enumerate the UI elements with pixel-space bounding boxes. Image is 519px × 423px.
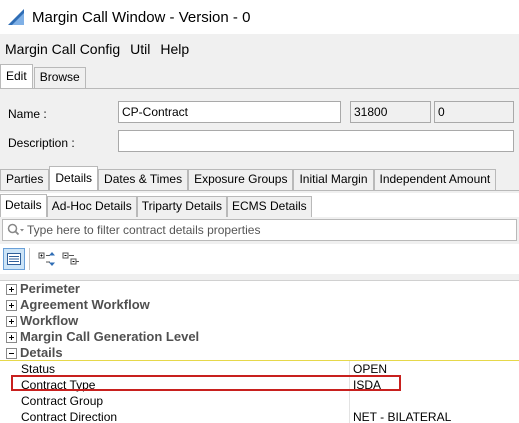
subtab-ecms-details[interactable]: ECMS Details — [226, 196, 312, 217]
contract-details-property-tree: Perimeter Agreement Workflow Workflow Ma… — [0, 280, 519, 423]
expand-all-icon[interactable] — [36, 248, 58, 270]
tab-exposure-groups[interactable]: Exposure Groups — [188, 169, 294, 190]
window-title: Margin Call Window - Version - 0 — [32, 8, 251, 26]
property-toolbar — [0, 244, 519, 274]
tab-dates-times[interactable]: Dates & Times — [98, 169, 189, 190]
group-details[interactable]: Details — [0, 345, 519, 361]
property-name: Contract Group — [21, 394, 104, 408]
subtab-triparty-details[interactable]: Triparty Details — [136, 196, 227, 217]
filter-placeholder: Type here to filter contract details pro… — [27, 223, 261, 237]
property-row-contract-direction[interactable]: Contract Direction NET - BILATERAL — [0, 409, 519, 423]
group-margin-call-generation-level[interactable]: Margin Call Generation Level — [0, 329, 519, 345]
group-workflow[interactable]: Workflow — [0, 313, 519, 329]
expand-plus-icon[interactable] — [6, 300, 17, 311]
expand-plus-icon[interactable] — [6, 284, 17, 295]
search-icon[interactable] — [5, 221, 27, 239]
tab-edit[interactable]: Edit — [0, 64, 33, 88]
menu-util[interactable]: Util — [125, 37, 155, 61]
group-agreement-workflow[interactable]: Agreement Workflow — [0, 297, 519, 313]
tab-details[interactable]: Details — [49, 166, 99, 190]
filter-input[interactable]: Type here to filter contract details pro… — [2, 219, 517, 241]
group-label: Details — [20, 345, 63, 360]
subtab-ad-hoc-details[interactable]: Ad-Hoc Details — [46, 196, 137, 217]
subtab-details[interactable]: Details — [0, 194, 47, 217]
column-divider — [349, 409, 350, 423]
group-label: Workflow — [20, 313, 79, 328]
app-logo-icon — [8, 9, 24, 25]
categorized-view-icon[interactable] — [3, 248, 25, 270]
description-field[interactable] — [118, 130, 514, 152]
property-name: Contract Direction — [21, 410, 118, 423]
expand-plus-icon[interactable] — [6, 316, 17, 327]
version-field: 0 — [434, 101, 514, 123]
collapse-minus-icon[interactable] — [6, 348, 17, 359]
name-label: Name : — [8, 107, 47, 121]
collapse-all-icon[interactable] — [60, 248, 82, 270]
contract-header-form: Name : CP-Contract 31800 0 Description : — [0, 88, 519, 164]
tab-initial-margin[interactable]: Initial Margin — [293, 169, 374, 190]
tab-browse[interactable]: Browse — [33, 67, 86, 88]
mode-tabs: Edit Browse — [0, 64, 87, 88]
description-label: Description : — [8, 136, 75, 150]
title-bar: Margin Call Window - Version - 0 — [0, 0, 519, 34]
column-divider — [349, 393, 350, 409]
tab-parties[interactable]: Parties — [0, 169, 50, 190]
menu-help[interactable]: Help — [155, 37, 194, 61]
group-label: Agreement Workflow — [20, 297, 150, 312]
tab-independent-amount[interactable]: Independent Amount — [373, 169, 497, 190]
contract-type-highlight-box — [11, 375, 401, 391]
detail-sub-tabs: Details Ad-Hoc Details Triparty Details … — [0, 193, 519, 217]
main-tabs: Parties Details Dates & Times Exposure G… — [0, 166, 519, 191]
toolbar-separator — [29, 248, 30, 270]
group-label: Perimeter — [20, 281, 80, 296]
menu-bar: Margin Call Config Util Help — [0, 36, 519, 62]
expand-plus-icon[interactable] — [6, 332, 17, 343]
property-value[interactable]: NET - BILATERAL — [353, 409, 451, 423]
contract-id-field: 31800 — [350, 101, 431, 123]
property-row-contract-group[interactable]: Contract Group — [0, 393, 519, 409]
menu-margin-call-config[interactable]: Margin Call Config — [0, 37, 125, 61]
group-perimeter[interactable]: Perimeter — [0, 281, 519, 297]
name-field[interactable]: CP-Contract — [118, 101, 341, 123]
group-label: Margin Call Generation Level — [20, 329, 200, 344]
